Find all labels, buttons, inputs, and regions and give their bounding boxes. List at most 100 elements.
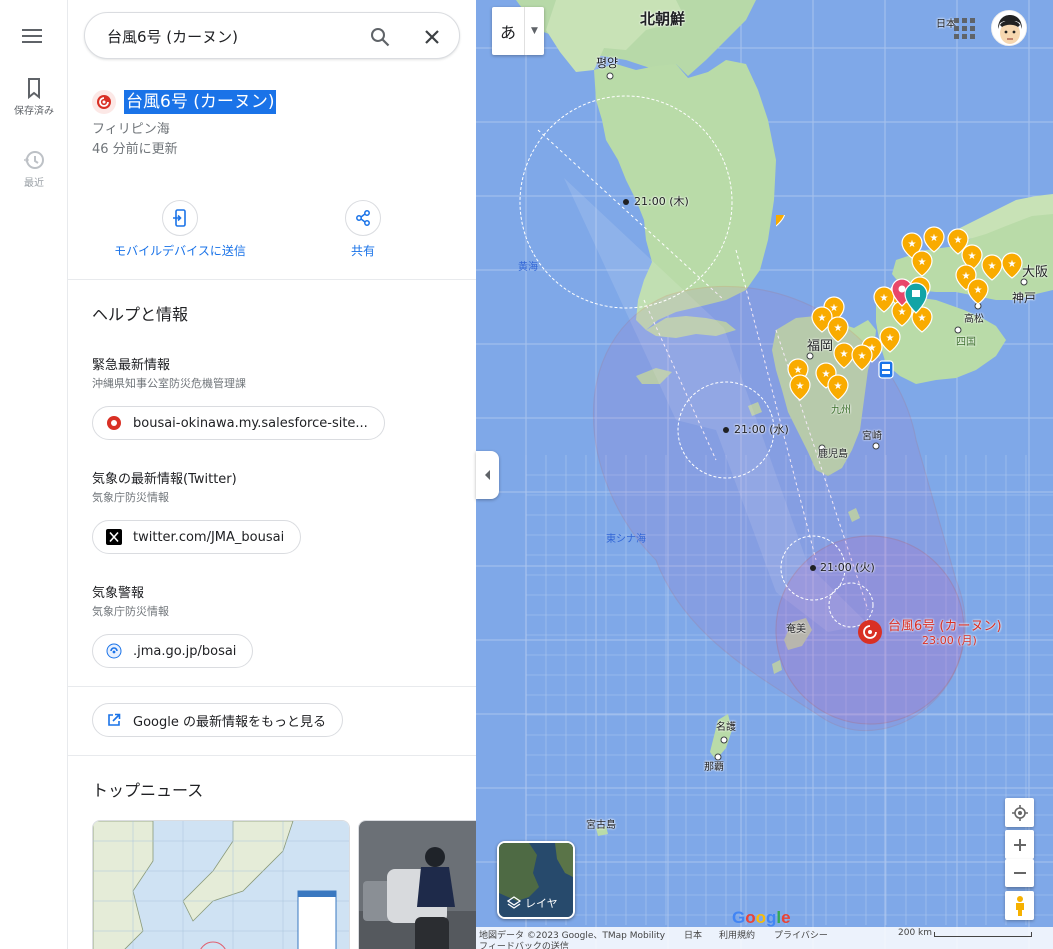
svg-text:★: ★: [930, 233, 939, 244]
rail-recent[interactable]: 最近: [0, 148, 68, 189]
search-box: [84, 12, 460, 59]
close-icon: [425, 30, 439, 44]
news-thumbnail-map: [93, 821, 349, 949]
clear-search-button[interactable]: [419, 24, 445, 50]
help-section-title: ヘルプと情報: [92, 305, 189, 324]
pegman-icon: [1015, 895, 1024, 916]
emergency-link-chip[interactable]: bousai-okinawa.my.salesforce-site...: [92, 406, 385, 440]
info-source-twitter: 気象庁防災情報: [92, 491, 169, 504]
rail-saved-label: 保存済み: [14, 106, 54, 117]
svg-text:★: ★: [1008, 259, 1017, 270]
layers-label-row: レイヤ: [507, 895, 558, 911]
place-updated: 46 分前に更新: [92, 142, 178, 157]
info-title-twitter: 気象の最新情報(Twitter): [92, 472, 237, 487]
svg-text:★: ★: [974, 285, 983, 296]
label-kagoshima: 鹿児島: [818, 449, 848, 460]
terms-link[interactable]: 利用規約: [719, 928, 755, 941]
svg-text:★: ★: [988, 261, 997, 272]
svg-text:★: ★: [918, 313, 927, 324]
map-base: [476, 0, 1053, 949]
share-button[interactable]: 共有: [283, 200, 443, 259]
jma-link-text: .jma.go.jp/bosai: [133, 643, 237, 659]
typhoon-map-time: 23:00 (月): [922, 634, 977, 647]
open-in-new-icon: [105, 711, 123, 729]
share-icon: [356, 210, 370, 226]
label-kobe: 神戸: [1012, 291, 1037, 305]
menu-button[interactable]: [14, 18, 50, 54]
news-card-photo[interactable]: [358, 820, 476, 949]
svg-text:★: ★: [968, 251, 977, 262]
minus-icon: [1013, 872, 1026, 874]
svg-text:★: ★: [954, 235, 963, 246]
place-title: 台風6号 (カーヌン): [124, 90, 277, 114]
zoom-in-button[interactable]: [1005, 830, 1034, 859]
action-row: モバイルデバイスに送信 共有: [68, 200, 476, 264]
map-country-link[interactable]: 日本: [684, 928, 702, 941]
layers-label: レイヤ: [525, 897, 558, 910]
collapse-panel-button[interactable]: [476, 451, 499, 499]
twitter-link-text: twitter.com/JMA_bousai: [133, 529, 285, 545]
typhoon-icon: [92, 90, 116, 114]
forecast-label-thu: 21:00 (木): [634, 195, 689, 208]
news-thumbnail-photo: [359, 821, 476, 949]
scale-label[interactable]: 200 km: [898, 928, 932, 938]
label-miyakojima: 宮古島: [586, 820, 616, 831]
more-updates-chip[interactable]: Google の最新情報をもっと見る: [92, 703, 343, 737]
search-input[interactable]: [107, 25, 357, 47]
search-icon: [371, 28, 390, 47]
svg-text:★: ★: [818, 313, 827, 324]
left-rail: 保存済み 最近: [0, 0, 68, 949]
label-miyazaki: 宮崎: [862, 431, 882, 442]
transit-station-icon[interactable]: [878, 360, 894, 380]
svg-text:★: ★: [908, 239, 917, 250]
zoom-out-button[interactable]: [1005, 859, 1034, 887]
svg-text:★: ★: [962, 271, 971, 282]
google-apps-button[interactable]: [950, 14, 978, 42]
chevron-down-icon: ▼: [531, 26, 538, 36]
news-card-map[interactable]: [92, 820, 350, 949]
saved-place-pins[interactable]: ★ ★ ★ ★ ★ ★ ★ ★ ★ ★ ★ ★ ★ ★ ★ ★ ★ ★ ★ ★: [776, 215, 1053, 415]
place-header: 台風6号 (カーヌン) フィリピン海 46 分前に更新: [92, 90, 277, 160]
divider: [68, 686, 476, 687]
share-label: 共有: [350, 244, 375, 258]
forecast-label-tue: 21:00 (火): [820, 561, 875, 574]
label-east-china-sea: 東シナ海: [606, 534, 646, 545]
info-source-emergency: 沖縄県知事公室防災危機管理課: [92, 377, 246, 390]
info-source-warning: 気象庁防災情報: [92, 605, 169, 618]
divider: [68, 279, 476, 280]
info-title-emergency: 緊急最新情報: [92, 358, 171, 373]
account-avatar[interactable]: [991, 10, 1027, 46]
svg-text:★: ★: [918, 257, 927, 268]
plus-icon: [1013, 838, 1026, 851]
search-button[interactable]: [367, 24, 393, 50]
privacy-link[interactable]: プライバシー: [774, 928, 828, 941]
okinawa-logo-icon: [105, 414, 123, 432]
svg-text:★: ★: [834, 381, 843, 392]
more-updates-text: Google の最新情報をもっと見る: [133, 714, 326, 730]
scale-bar: [934, 932, 1032, 937]
divider: [68, 755, 476, 756]
label-north-korea: 北朝鮮: [640, 10, 686, 28]
forecast-label-wed: 21:00 (水): [734, 423, 789, 436]
x-logo-icon: [105, 528, 123, 546]
twitter-link-chip[interactable]: twitter.com/JMA_bousai: [92, 520, 302, 554]
layers-button[interactable]: レイヤ: [497, 841, 575, 919]
map-canvas[interactable]: ★ ★ ★ ★ ★ ★ ★ ★ ★ ★ ★ ★ ★ ★ ★ ★ ★ ★ ★ ★: [476, 0, 1053, 949]
svg-text:★: ★: [796, 381, 805, 392]
feedback-link[interactable]: フィードバックの送信: [479, 939, 569, 949]
svg-text:★: ★: [834, 323, 843, 334]
label-naha: 那覇: [704, 762, 724, 773]
rail-recent-label: 最近: [24, 178, 44, 189]
send-to-device-button[interactable]: モバイルデバイスに送信: [100, 200, 260, 259]
jma-link-chip[interactable]: .jma.go.jp/bosai: [92, 634, 254, 668]
svg-text:★: ★: [794, 365, 803, 376]
svg-text:★: ★: [840, 349, 849, 360]
rail-saved[interactable]: 保存済み: [0, 76, 68, 117]
google-logo: Google: [732, 908, 791, 927]
input-method-button[interactable]: あ ▼: [492, 7, 544, 55]
svg-text:★: ★: [880, 293, 889, 304]
street-view-pegman[interactable]: [1005, 891, 1034, 920]
info-title-warning: 気象警報: [92, 586, 145, 601]
svg-text:★: ★: [898, 307, 907, 318]
my-location-button[interactable]: [1005, 798, 1034, 827]
